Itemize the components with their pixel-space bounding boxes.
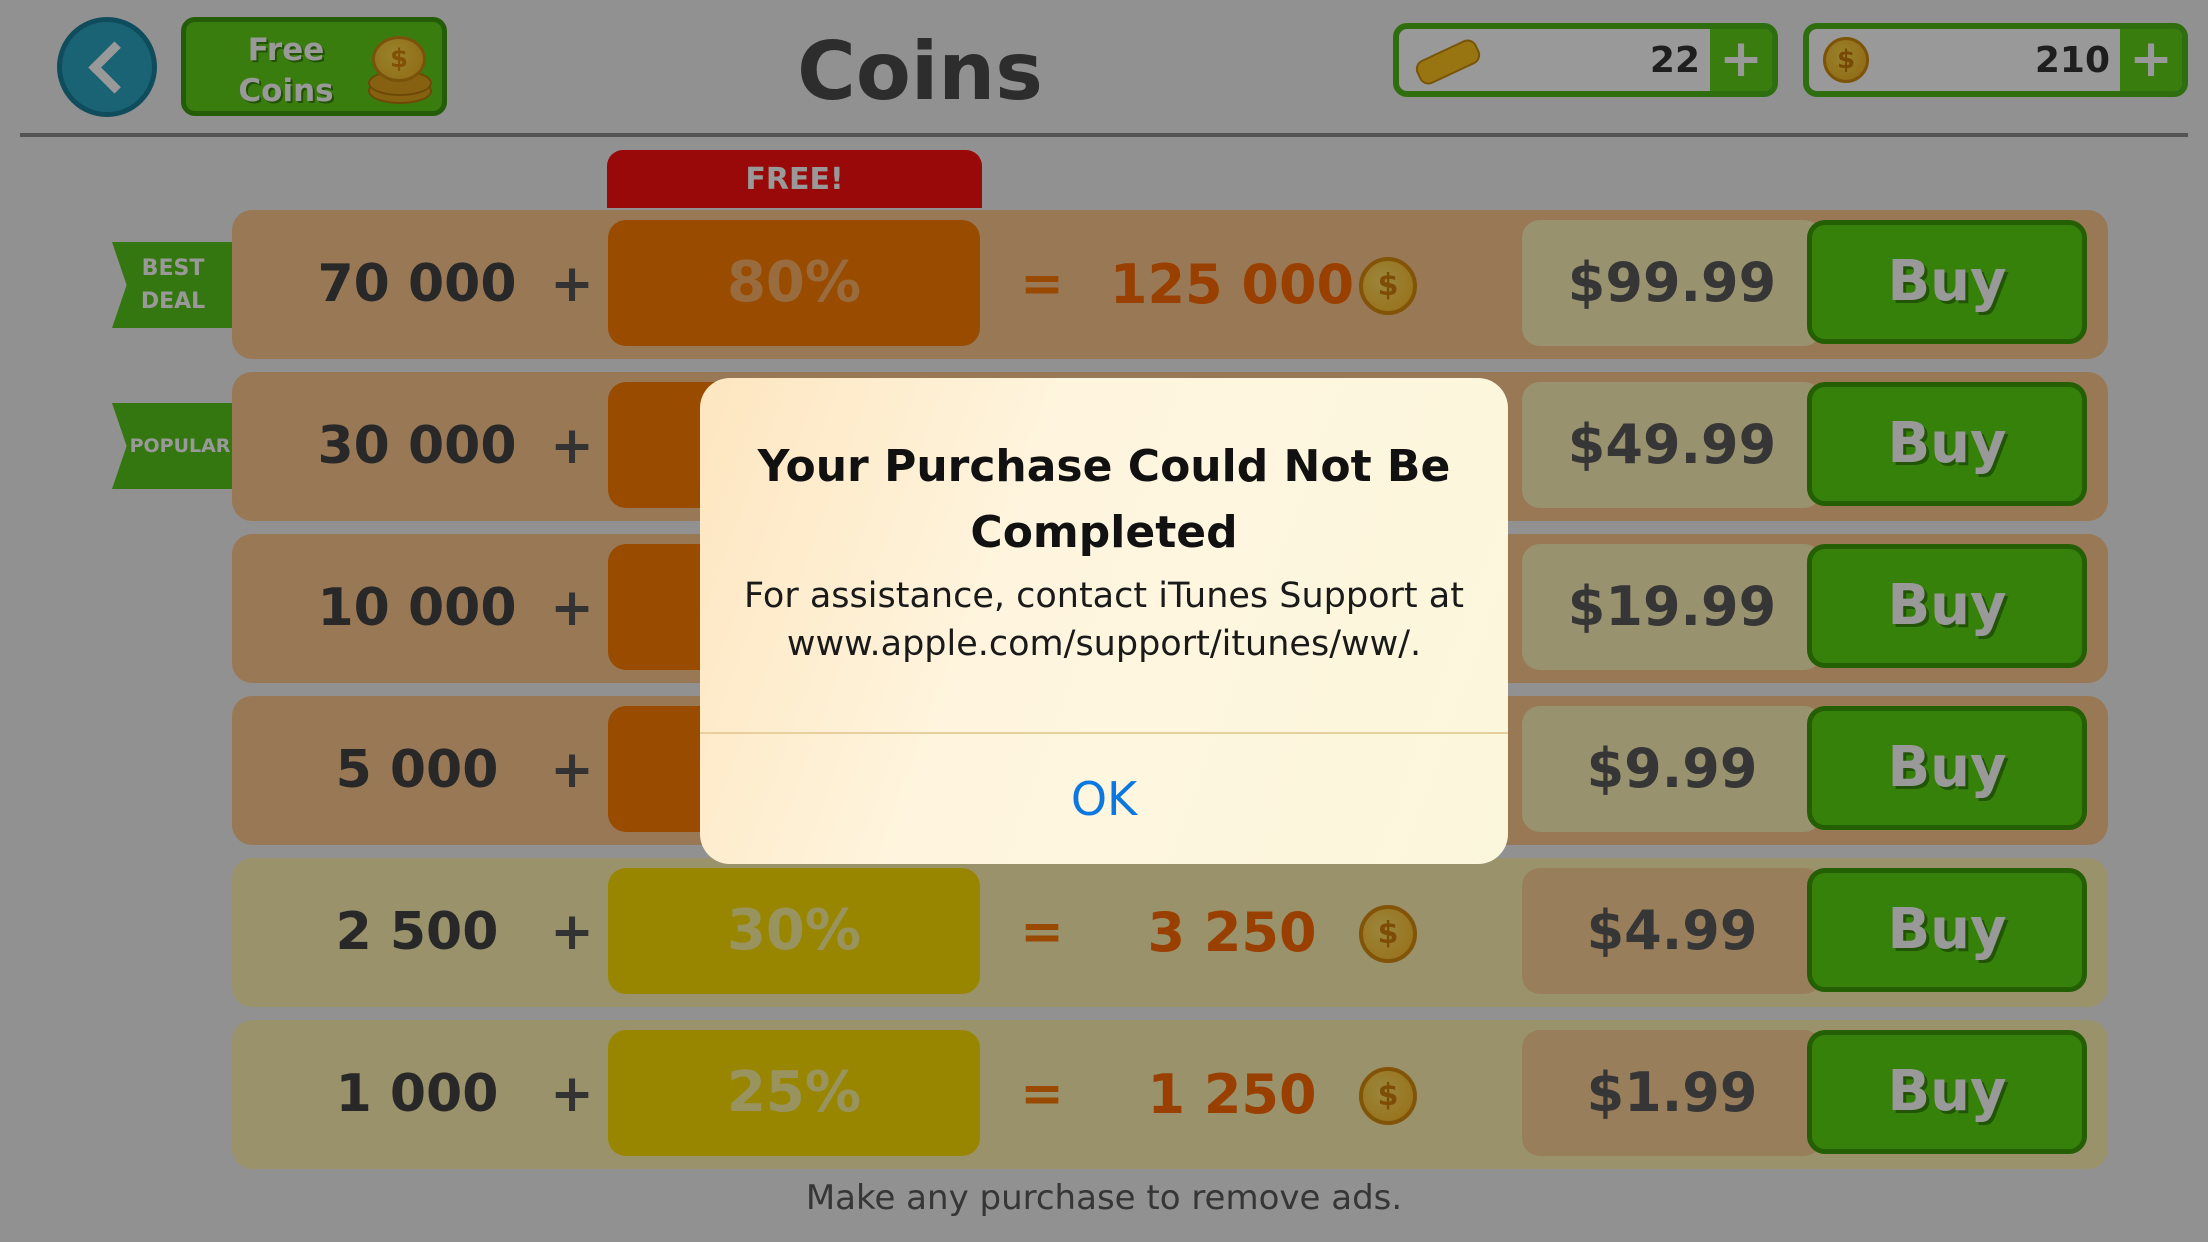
alert-title: Your Purchase Could Not Be Completed bbox=[757, 441, 1451, 558]
ok-button[interactable]: OK bbox=[700, 734, 1508, 864]
purchase-error-alert: Your Purchase Could Not Be Completed For… bbox=[700, 378, 1508, 864]
alert-message: For assistance, contact iTunes Support a… bbox=[744, 576, 1464, 664]
